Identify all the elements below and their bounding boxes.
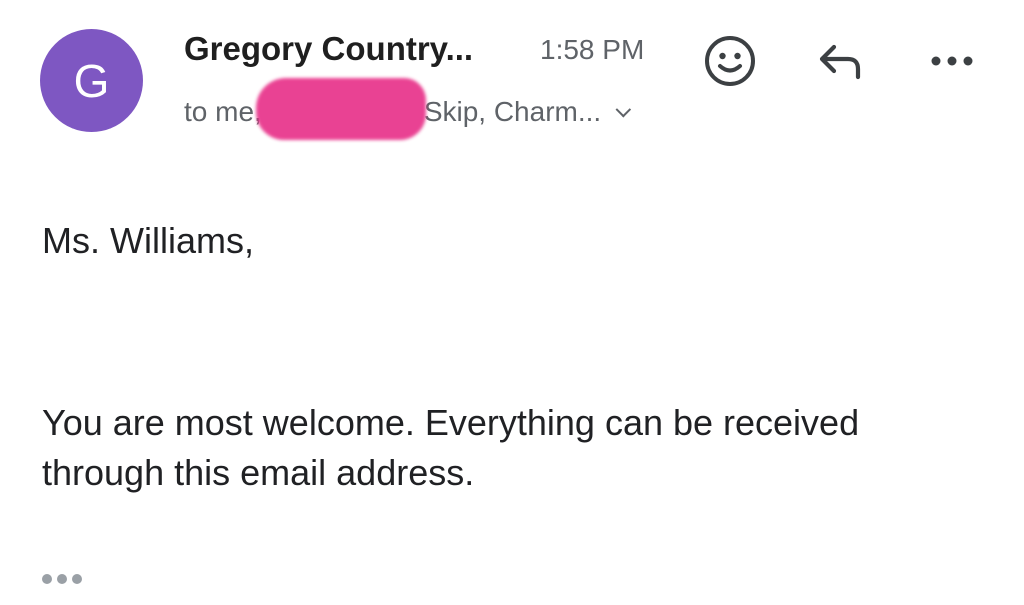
avatar[interactable]: G [40, 29, 143, 132]
email-greeting: Ms. Williams, [42, 220, 254, 261]
email-body-paragraph: You are most welcome. Everything can be … [42, 402, 860, 493]
trimmed-dot [42, 574, 52, 584]
emoji-smile-icon [705, 36, 755, 86]
more-horizontal-icon [931, 56, 973, 66]
reply-button[interactable] [810, 31, 870, 91]
message-time: 1:58 PM [540, 34, 645, 65]
recipients-line[interactable]: to me, Skip, Charm... [184, 92, 632, 132]
more-options-button[interactable] [922, 31, 982, 91]
avatar-letter: G [73, 54, 110, 107]
reply-icon [819, 44, 861, 80]
trimmed-dot [72, 574, 82, 584]
trimmed-dot [57, 574, 67, 584]
add-reaction-button[interactable] [700, 31, 760, 91]
recipients-prefix: to me, [184, 96, 262, 127]
email-view: G Gregory Country... 1:58 PM to me, Skip… [0, 0, 1024, 605]
show-trimmed-content-button[interactable] [42, 574, 82, 584]
redaction-mark [264, 92, 422, 132]
chevron-down-icon[interactable] [615, 101, 632, 117]
recipients-suffix: Skip, Charm... [423, 96, 602, 127]
sender-name[interactable]: Gregory Country... [184, 30, 473, 68]
